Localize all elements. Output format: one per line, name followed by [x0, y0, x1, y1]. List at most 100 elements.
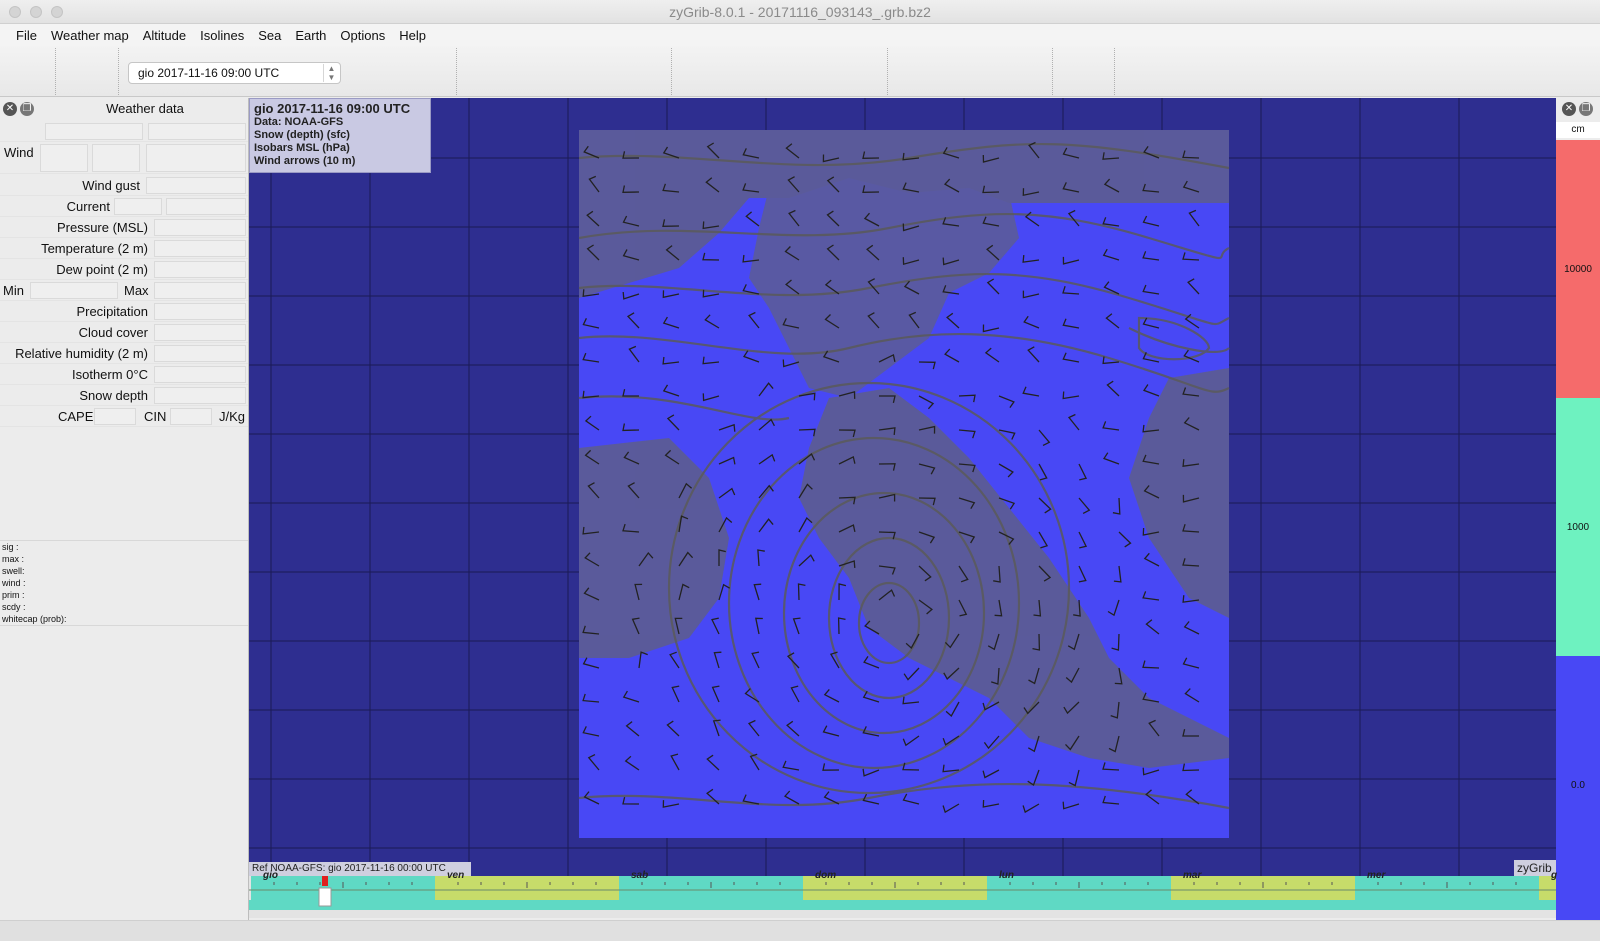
dew-point-value [154, 261, 246, 278]
scale-band-low: 0.0 [1556, 656, 1600, 920]
wind-speed-value [40, 144, 88, 172]
forecast-date-select[interactable]: gio 2017-11-16 09:00 UTC ▲ ▼ [128, 62, 341, 84]
cin-value [170, 408, 212, 425]
legend-line: Wind arrows (10 m) [254, 155, 356, 167]
legend-line: Snow (depth) (sfc) [254, 129, 350, 141]
timeline-day-label: lun [999, 870, 1014, 881]
temperature-value [154, 240, 246, 257]
data-row-dew-point: Dew point (2 m) [0, 259, 248, 280]
sea-info-line: prim : [2, 590, 25, 600]
toolbar-separator [671, 48, 672, 95]
close-scale-icon[interactable]: ✕ [1562, 102, 1576, 116]
timeline-day-label: sab [631, 870, 649, 881]
close-panel-icon[interactable]: ✕ [3, 102, 17, 116]
value-field [45, 123, 143, 140]
forecast-timeline[interactable]: gio ven sab dom lun mar mer g [249, 870, 1557, 918]
data-row-isotherm: Isotherm 0°C [0, 364, 248, 385]
scale-label: 1000 [1566, 522, 1590, 533]
menu-options[interactable]: Options [333, 28, 392, 43]
humidity-value [154, 345, 246, 362]
data-row-min-max: Min Max [0, 280, 248, 301]
sea-info-line: whitecap (prob): [2, 614, 67, 624]
precipitation-label: Precipitation [76, 304, 148, 319]
sea-info-line: max : [2, 554, 25, 564]
timeline-day-label: g [1551, 870, 1558, 881]
toolbar-separator [55, 48, 56, 95]
panel-title: Weather data [106, 101, 184, 116]
status-bar [0, 920, 1600, 941]
float-scale-icon[interactable]: ❐ [1579, 102, 1593, 116]
pressure-label: Pressure (MSL) [56, 220, 148, 235]
forecast-date-value: gio 2017-11-16 09:00 UTC [138, 66, 280, 80]
toolbar-separator [1052, 48, 1053, 95]
cape-value [94, 408, 136, 425]
humidity-label: Relative humidity (2 m) [15, 346, 148, 361]
color-scale-panel: ✕ ❐ cm 10000 1000 0.0 [1556, 98, 1600, 920]
timeline-day-label: mar [1183, 870, 1202, 881]
temperature-label: Temperature (2 m) [41, 241, 148, 256]
data-row-current: Current [0, 196, 248, 217]
legend-line: Isobars MSL (hPa) [254, 142, 350, 154]
pressure-value [154, 219, 246, 236]
legend-line: Data: NOAA-GFS [254, 116, 344, 128]
data-row-temperature: Temperature (2 m) [0, 238, 248, 259]
weather-map[interactable]: gio 2017-11-16 09:00 UTC Data: NOAA-GFS … [249, 98, 1556, 876]
wind-direction-value [92, 144, 140, 172]
sea-info-line: swell: [2, 566, 25, 576]
cloud-cover-label: Cloud cover [78, 325, 148, 340]
cape-label: CAPE [58, 409, 94, 424]
toolbar: gio 2017-11-16 09:00 UTC ▲ ▼ [0, 46, 1600, 97]
sea-info-line: wind : [2, 578, 26, 588]
value-field [148, 123, 246, 140]
reference-label: Ref NOAA-GFS: gio 2017-11-16 00:00 UTC [249, 862, 471, 876]
cin-label: CIN [144, 409, 167, 424]
wind-label: Wind [4, 145, 34, 160]
menu-help[interactable]: Help [392, 28, 433, 43]
menu-sea[interactable]: Sea [251, 28, 288, 43]
menu-isolines[interactable]: Isolines [193, 28, 251, 43]
data-row-blank [0, 121, 248, 142]
current-direction-value [166, 198, 246, 215]
window-title: zyGrib-8.0.1 - 20171116_093143_.grb.bz2 [669, 4, 931, 20]
data-row-precipitation: Precipitation [0, 301, 248, 322]
brand-label: zyGrib [1514, 860, 1556, 876]
current-time-marker [322, 876, 328, 886]
toolbar-separator [118, 48, 119, 95]
precipitation-value [154, 303, 246, 320]
title-bar: zyGrib-8.0.1 - 20171116_093143_.grb.bz2 [0, 0, 1600, 24]
map-canvas[interactable] [249, 98, 1556, 876]
data-row-wind-gust: Wind gust [0, 175, 248, 196]
cape-unit-label: J/Kg [219, 409, 246, 424]
menu-altitude[interactable]: Altitude [136, 28, 193, 43]
toolbar-separator [1114, 48, 1115, 95]
current-value [114, 198, 162, 215]
min-value [30, 282, 118, 299]
menu-file[interactable]: File [9, 28, 44, 43]
toolbar-separator [887, 48, 888, 95]
max-label: Max [124, 283, 149, 298]
scale-unit: cm [1556, 122, 1600, 138]
timeline-day-label: gio [263, 870, 278, 881]
data-row-cloud-cover: Cloud cover [0, 322, 248, 343]
isotherm-label: Isotherm 0°C [71, 367, 148, 382]
cloud-cover-value [154, 324, 246, 341]
timeline-track[interactable] [249, 900, 1556, 910]
menu-bar: File Weather map Altitude Isolines Sea E… [0, 24, 1600, 46]
timeline-slider-handle[interactable] [318, 887, 332, 907]
sea-info-line: sig : [2, 542, 19, 552]
timeline-canvas[interactable] [249, 876, 1556, 918]
menu-earth[interactable]: Earth [288, 28, 333, 43]
scale-band-high: 10000 [1556, 140, 1600, 398]
timeline-day-label: ven [447, 870, 465, 881]
max-value [154, 282, 246, 299]
menu-weather-map[interactable]: Weather map [44, 28, 136, 43]
date-stepper-icon[interactable]: ▲ ▼ [323, 64, 339, 82]
wind-extra-value [146, 144, 246, 172]
min-label: Min [3, 283, 24, 298]
scale-band-mid: 1000 [1556, 398, 1600, 656]
dew-point-label: Dew point (2 m) [56, 262, 148, 277]
sea-info-block: sig : max : swell: wind : prim : scdy : … [0, 540, 248, 626]
float-panel-icon[interactable]: ❐ [20, 102, 34, 116]
wind-gust-label: Wind gust [82, 178, 140, 193]
timeline-day-label: dom [815, 870, 837, 881]
